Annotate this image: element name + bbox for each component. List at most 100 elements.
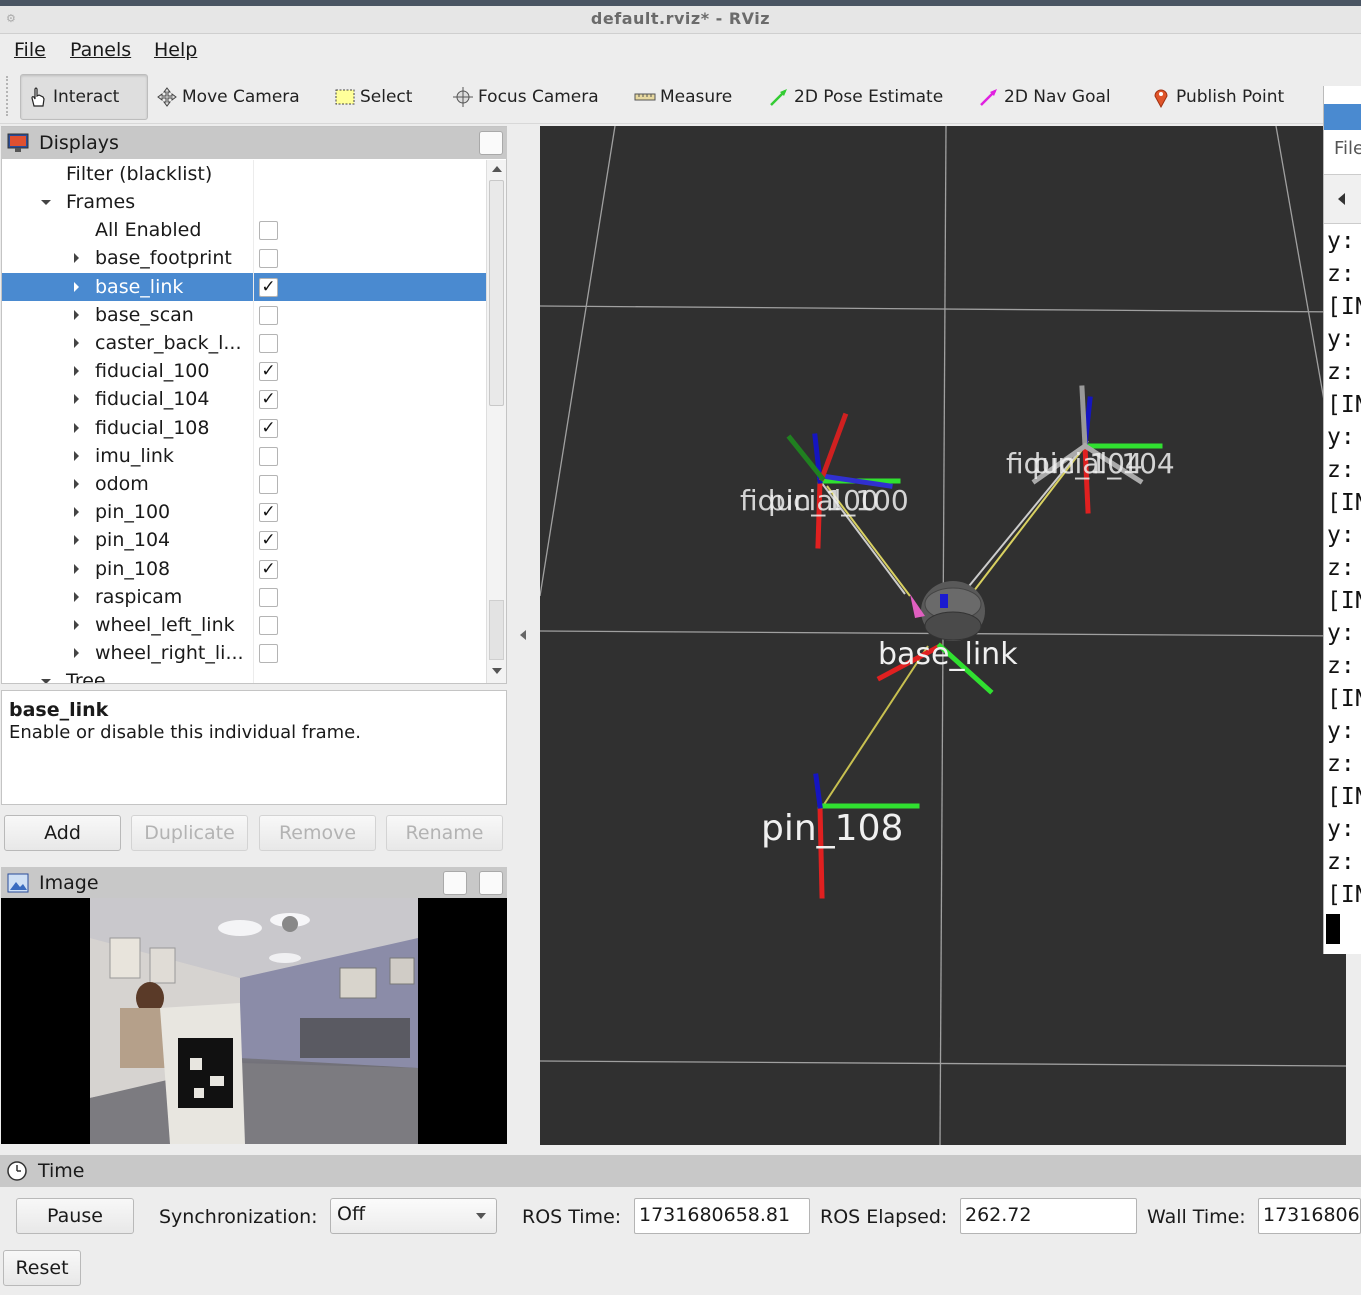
expand-arrow-icon[interactable] <box>74 366 79 376</box>
collapse-arrow-icon[interactable] <box>41 679 51 683</box>
expand-arrow-icon[interactable] <box>74 620 79 630</box>
menu-file[interactable]: File <box>14 39 46 61</box>
rename-display-button[interactable]: Rename <box>386 815 503 851</box>
frame-checkbox[interactable] <box>259 644 278 663</box>
frame-checkbox[interactable] <box>259 306 278 325</box>
image-panel-header: Image <box>1 867 507 899</box>
tree-row-frame[interactable]: base_footprint <box>2 244 486 272</box>
tree-row-frame[interactable]: fiducial_104 ✓ <box>2 385 486 413</box>
frame-checkbox[interactable] <box>259 334 278 353</box>
pause-button[interactable]: Pause <box>16 1198 134 1234</box>
expand-arrow-icon[interactable] <box>74 648 79 658</box>
frame-checkbox[interactable]: ✓ <box>259 531 278 550</box>
ros-elapsed-field[interactable]: 262.72 <box>960 1198 1137 1234</box>
expand-arrow-icon[interactable] <box>74 423 79 433</box>
pose-estimate-tool-button[interactable]: 2D Pose Estimate <box>762 74 949 120</box>
frame-checkbox[interactable]: ✓ <box>259 390 278 409</box>
expand-arrow-icon[interactable] <box>74 507 79 517</box>
tree-row-frames[interactable]: Frames <box>2 188 486 216</box>
tree-row-frame[interactable]: caster_back_l... <box>2 329 486 357</box>
expand-arrow-icon[interactable] <box>74 592 79 602</box>
frame-checkbox[interactable]: ✓ <box>259 503 278 522</box>
expand-arrow-icon[interactable] <box>74 394 79 404</box>
frame-checkbox[interactable] <box>259 221 278 240</box>
frame-checkbox[interactable]: ✓ <box>259 362 278 381</box>
expand-arrow-icon[interactable] <box>74 310 79 320</box>
frame-checkbox[interactable]: ✓ <box>259 419 278 438</box>
tree-row-frame[interactable]: pin_100 ✓ <box>2 498 486 526</box>
displays-scrollbar[interactable] <box>486 160 506 683</box>
publish-point-tool-label: Publish Point <box>1176 87 1285 107</box>
window-title: default.rviz* - RViz <box>590 9 771 28</box>
scroll-up-arrow-icon[interactable] <box>492 166 502 172</box>
frame-checkbox[interactable] <box>259 588 278 607</box>
tree-column-separator <box>253 160 254 683</box>
remove-display-button[interactable]: Remove <box>259 815 376 851</box>
frame-checkbox[interactable] <box>259 249 278 268</box>
tree-row-frame[interactable]: pin_108 ✓ <box>2 555 486 583</box>
image-panel-undock-button[interactable] <box>443 871 467 895</box>
frame-label-pin-100: pin_100 <box>768 484 879 517</box>
menu-panels[interactable]: Panels <box>70 39 131 61</box>
tree-row-frame[interactable]: pin_104 ✓ <box>2 526 486 554</box>
right-panel-header <box>1324 104 1361 130</box>
measure-tool-button[interactable]: Measure <box>628 74 738 120</box>
move-camera-tool-button[interactable]: Move Camera <box>150 74 306 120</box>
right-panel-file-label[interactable]: File <box>1334 138 1361 159</box>
scrollbar-thumb[interactable] <box>489 180 504 406</box>
tree-row-frame[interactable]: wheel_right_li... <box>2 639 486 667</box>
menu-help[interactable]: Help <box>154 39 197 61</box>
image-panel-close-button[interactable] <box>479 871 503 895</box>
tree-row-filter[interactable]: Filter (blacklist) <box>2 160 486 188</box>
displays-panel-undock-button[interactable] <box>479 131 503 155</box>
tree-row-frame[interactable]: raspicam <box>2 583 486 611</box>
scroll-left-arrow-icon[interactable] <box>1338 193 1345 205</box>
select-tool-button[interactable]: Select <box>328 74 418 120</box>
tree-row-frame[interactable]: wheel_left_link <box>2 611 486 639</box>
focus-camera-tool-button[interactable]: Focus Camera <box>446 74 605 120</box>
expand-arrow-icon[interactable] <box>74 564 79 574</box>
frame-checkbox[interactable] <box>259 475 278 494</box>
nav-goal-tool-button[interactable]: 2D Nav Goal <box>972 74 1117 120</box>
expand-arrow-icon[interactable] <box>74 282 79 292</box>
ros-time-field[interactable]: 1731680658.81 <box>634 1198 810 1234</box>
frame-checkbox[interactable] <box>259 616 278 635</box>
right-panel-scroll-control[interactable] <box>1324 174 1361 224</box>
nav-goal-tool-label: 2D Nav Goal <box>1004 87 1111 107</box>
terminal-line: y: <box>1327 522 1355 548</box>
expand-arrow-icon[interactable] <box>74 451 79 461</box>
interact-tool-button[interactable]: Interact <box>20 74 148 120</box>
expand-arrow-icon[interactable] <box>74 535 79 545</box>
synchronization-select[interactable]: Off <box>330 1198 497 1234</box>
duplicate-display-button[interactable]: Duplicate <box>131 815 248 851</box>
expand-arrow-icon[interactable] <box>74 479 79 489</box>
collapse-arrow-icon[interactable] <box>41 200 51 205</box>
panel-splitter-handle[interactable] <box>520 630 526 640</box>
menu-file-label: File <box>14 39 46 61</box>
reset-button[interactable]: Reset <box>3 1250 81 1286</box>
expand-arrow-icon[interactable] <box>74 338 79 348</box>
interact-tool-label: Interact <box>53 87 120 107</box>
toolbar-grip[interactable] <box>6 76 12 116</box>
wall-time-field[interactable]: 17316806 <box>1258 1198 1361 1234</box>
add-display-button[interactable]: Add <box>4 815 121 851</box>
tree-row-frame[interactable]: fiducial_108 ✓ <box>2 414 486 442</box>
tree-row-frame[interactable]: imu_link <box>2 442 486 470</box>
tree-row-label: base_footprint <box>95 247 232 269</box>
terminal-line: z: <box>1327 751 1355 777</box>
render-3d-view[interactable]: fiducial_100 pin_100 fiducial_104 pin_10… <box>540 126 1346 1145</box>
tree-row-frame[interactable]: odom <box>2 470 486 498</box>
focus-camera-icon <box>452 86 474 108</box>
publish-point-tool-button[interactable]: Publish Point <box>1144 74 1290 120</box>
camera-image-view <box>1 898 507 1144</box>
frame-checkbox[interactable]: ✓ <box>259 560 278 579</box>
expand-arrow-icon[interactable] <box>74 253 79 263</box>
tree-row-frame-selected[interactable]: base_link ✓ <box>2 273 486 301</box>
frame-checkbox[interactable]: ✓ <box>259 278 278 297</box>
frame-checkbox[interactable] <box>259 447 278 466</box>
scroll-down-arrow-icon[interactable] <box>492 668 502 674</box>
tree-row-tree[interactable]: Tree <box>2 667 486 683</box>
tree-row-frame[interactable]: fiducial_100 ✓ <box>2 357 486 385</box>
tree-row-all-enabled[interactable]: All Enabled <box>2 216 486 244</box>
tree-row-frame[interactable]: base_scan <box>2 301 486 329</box>
